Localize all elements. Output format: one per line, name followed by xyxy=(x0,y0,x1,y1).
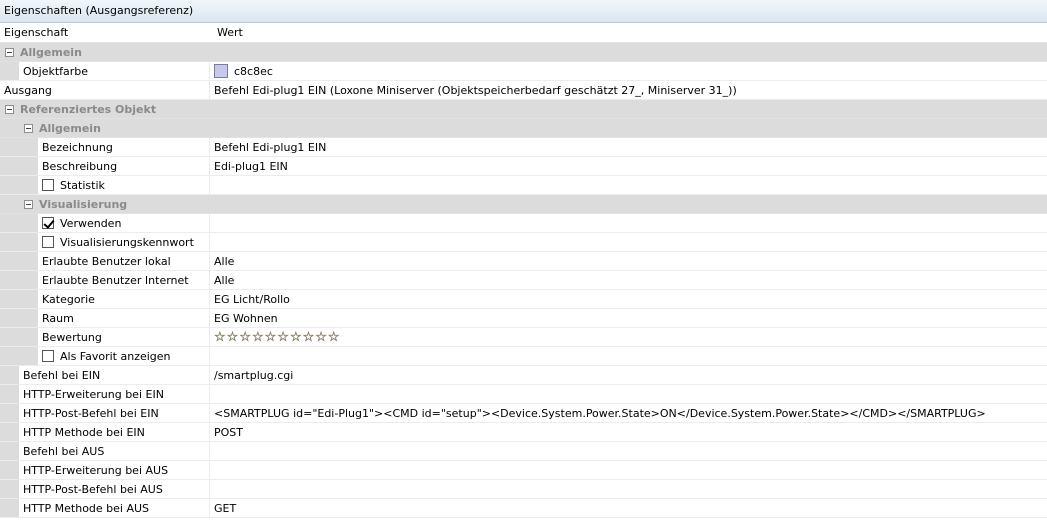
property-label: HTTP Methode bei AUS xyxy=(23,501,150,515)
property-label: Beschreibung xyxy=(42,159,118,173)
category-ref-allgemein[interactable]: Allgemein xyxy=(0,119,1047,138)
star-icon[interactable]: ☆ xyxy=(226,329,238,345)
grid-header: Eigenschaft Wert xyxy=(0,23,1047,43)
header-value[interactable]: Wert xyxy=(210,23,243,42)
row-befehl-bei-aus[interactable]: Befehl bei AUS xyxy=(0,442,1047,461)
row-http-post-aus[interactable]: HTTP-Post-Befehl bei AUS xyxy=(0,480,1047,499)
row-http-post-ein[interactable]: HTTP-Post-Befehl bei EIN <SMARTPLUG id="… xyxy=(0,404,1047,423)
row-statistik[interactable]: Statistik xyxy=(0,176,1047,195)
category-visualisierung[interactable]: Visualisierung xyxy=(0,195,1047,214)
property-value: /smartplug.cgi xyxy=(214,368,294,382)
property-value: Alle xyxy=(214,273,235,287)
star-icon[interactable]: ☆ xyxy=(277,329,289,345)
property-value: GET xyxy=(214,501,237,515)
star-icon[interactable]: ☆ xyxy=(290,329,302,345)
category-label: Visualisierung xyxy=(39,197,128,211)
row-kategorie[interactable]: Kategorie EG Licht/Rollo xyxy=(0,290,1047,309)
category-label: Allgemein xyxy=(39,121,101,135)
property-label: HTTP-Post-Befehl bei EIN xyxy=(23,406,159,420)
rating-stars[interactable]: ☆ ☆ ☆ ☆ ☆ ☆ ☆ ☆ ☆ ☆ xyxy=(214,329,340,345)
property-label: Verwenden xyxy=(60,216,122,230)
property-value: Befehl Edi-plug1 EIN xyxy=(214,140,327,154)
property-label: Bewertung xyxy=(42,330,102,344)
row-http-erweiterung-ein[interactable]: HTTP-Erweiterung bei EIN xyxy=(0,385,1047,404)
star-icon[interactable]: ☆ xyxy=(328,329,340,345)
row-http-methode-ein[interactable]: HTTP Methode bei EIN POST xyxy=(0,423,1047,442)
property-label: Befehl bei EIN xyxy=(23,368,101,382)
property-label: Raum xyxy=(42,311,74,325)
property-value: Edi-plug1 EIN xyxy=(214,159,288,173)
property-label: Statistik xyxy=(60,178,105,192)
property-grid: Allgemein Objektfarbe c8c8ec Ausgang Bef… xyxy=(0,43,1047,518)
row-http-erweiterung-aus[interactable]: HTTP-Erweiterung bei AUS xyxy=(0,461,1047,480)
row-bewertung[interactable]: Bewertung ☆ ☆ ☆ ☆ ☆ ☆ ☆ ☆ ☆ ☆ xyxy=(0,328,1047,347)
property-label: Erlaubte Benutzer Internet xyxy=(42,273,189,287)
row-raum[interactable]: Raum EG Wohnen xyxy=(0,309,1047,328)
visualisierungskennwort-checkbox[interactable] xyxy=(42,236,54,248)
category-label: Allgemein xyxy=(20,45,82,59)
property-label: Objektfarbe xyxy=(23,64,89,78)
color-swatch[interactable] xyxy=(214,64,228,78)
row-http-methode-aus[interactable]: HTTP Methode bei AUS GET xyxy=(0,499,1047,518)
property-label: Bezeichnung xyxy=(42,140,113,154)
property-value: c8c8ec xyxy=(234,64,273,78)
row-erlaubte-benutzer-lokal[interactable]: Erlaubte Benutzer lokal Alle xyxy=(0,252,1047,271)
star-icon[interactable]: ☆ xyxy=(264,329,276,345)
property-value: Alle xyxy=(214,254,235,268)
row-verwenden[interactable]: Verwenden xyxy=(0,214,1047,233)
star-icon[interactable]: ☆ xyxy=(239,329,251,345)
row-bezeichnung[interactable]: Bezeichnung Befehl Edi-plug1 EIN xyxy=(0,138,1047,157)
property-label: Kategorie xyxy=(42,292,95,306)
star-icon[interactable]: ☆ xyxy=(214,329,226,345)
statistik-checkbox[interactable] xyxy=(42,179,54,191)
panel-title: Eigenschaften (Ausgangsreferenz) xyxy=(0,0,1047,23)
property-value: POST xyxy=(214,425,243,439)
collapse-icon[interactable] xyxy=(24,199,33,209)
property-label: Befehl bei AUS xyxy=(23,444,105,458)
category-label: Referenziertes Objekt xyxy=(20,102,157,116)
row-als-favorit[interactable]: Als Favorit anzeigen xyxy=(0,347,1047,366)
favorit-checkbox[interactable] xyxy=(42,350,54,362)
property-label: HTTP-Post-Befehl bei AUS xyxy=(23,482,163,496)
property-label: Als Favorit anzeigen xyxy=(60,349,171,363)
category-referenziertes-objekt[interactable]: Referenziertes Objekt xyxy=(0,100,1047,119)
property-label: HTTP-Erweiterung bei EIN xyxy=(23,387,164,401)
property-label: HTTP Methode bei EIN xyxy=(23,425,145,439)
row-objektfarbe[interactable]: Objektfarbe c8c8ec xyxy=(0,62,1047,81)
row-beschreibung[interactable]: Beschreibung Edi-plug1 EIN xyxy=(0,157,1047,176)
property-value: EG Licht/Rollo xyxy=(214,292,290,306)
property-value: EG Wohnen xyxy=(214,311,278,325)
property-label: HTTP-Erweiterung bei AUS xyxy=(23,463,169,477)
header-property[interactable]: Eigenschaft xyxy=(0,23,210,42)
row-visualisierungskennwort[interactable]: Visualisierungskennwort xyxy=(0,233,1047,252)
property-label: Ausgang xyxy=(4,83,52,97)
verwenden-checkbox[interactable] xyxy=(42,217,54,229)
star-icon[interactable]: ☆ xyxy=(252,329,264,345)
star-icon[interactable]: ☆ xyxy=(302,329,314,345)
star-icon[interactable]: ☆ xyxy=(315,329,327,345)
property-value: <SMARTPLUG id="Edi-Plug1"><CMD id="setup… xyxy=(214,406,986,420)
property-label: Visualisierungskennwort xyxy=(60,235,194,249)
category-allgemein[interactable]: Allgemein xyxy=(0,43,1047,62)
property-label: Erlaubte Benutzer lokal xyxy=(42,254,171,268)
row-befehl-bei-ein[interactable]: Befehl bei EIN /smartplug.cgi xyxy=(0,366,1047,385)
row-ausgang[interactable]: Ausgang Befehl Edi-plug1 EIN (Loxone Min… xyxy=(0,81,1047,100)
collapse-icon[interactable] xyxy=(5,47,14,57)
property-value: Befehl Edi-plug1 EIN (Loxone Miniserver … xyxy=(214,83,737,97)
row-erlaubte-benutzer-internet[interactable]: Erlaubte Benutzer Internet Alle xyxy=(0,271,1047,290)
collapse-icon[interactable] xyxy=(5,104,14,114)
collapse-icon[interactable] xyxy=(24,123,33,133)
